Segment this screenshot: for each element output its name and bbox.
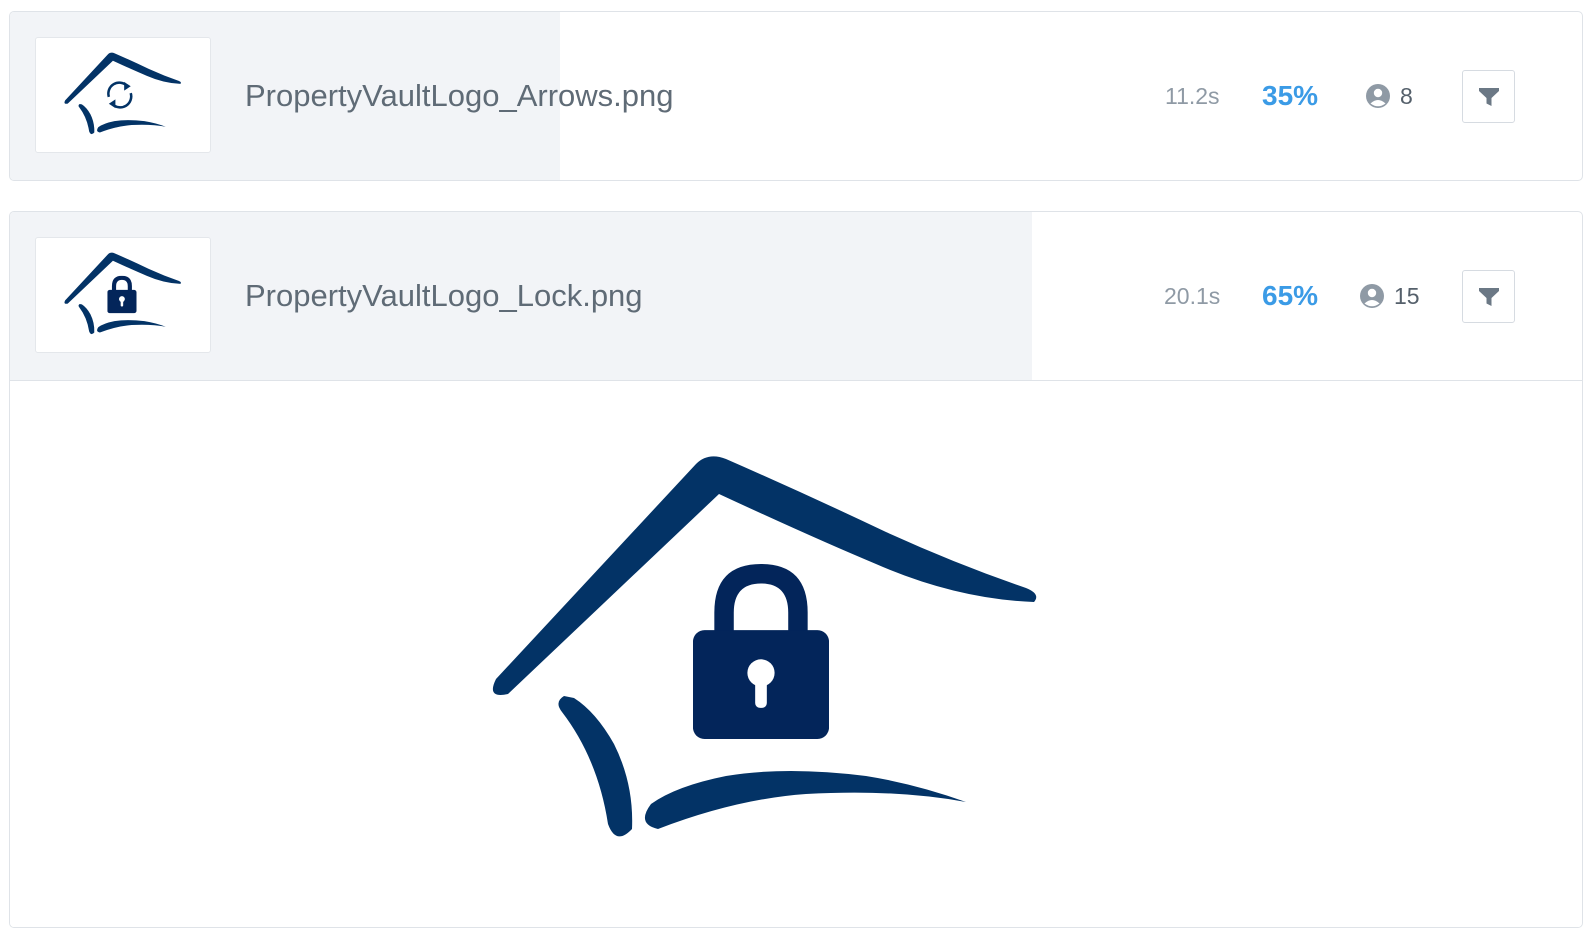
file-row[interactable]: PropertyVaultLogo_Lock.png 20.1s 65% 15 xyxy=(10,212,1582,381)
upload-duration: 20.1s xyxy=(1164,283,1221,309)
progress-percent: 35% xyxy=(1262,80,1319,111)
house-arrows-logo-icon xyxy=(63,52,183,138)
house-lock-logo-icon xyxy=(486,454,1046,854)
filter-button[interactable] xyxy=(1462,270,1515,323)
filter-funnel-icon xyxy=(1478,87,1499,106)
upload-duration: 11.2s xyxy=(1165,83,1220,109)
file-card: PropertyVaultLogo_Lock.png 20.1s 65% 15 xyxy=(9,211,1583,928)
user-circle-icon xyxy=(1360,284,1384,308)
filter-button[interactable] xyxy=(1462,70,1515,123)
thumbnail[interactable] xyxy=(35,37,211,153)
viewer-count-value: 8 xyxy=(1400,82,1413,109)
file-card: PropertyVaultLogo_Arrows.png 11.2s 35% 8 xyxy=(9,11,1583,181)
viewer-count: 15 xyxy=(1360,212,1420,380)
file-name[interactable]: PropertyVaultLogo_Lock.png xyxy=(245,212,643,380)
filter-funnel-icon xyxy=(1478,287,1499,306)
upload-list: PropertyVaultLogo_Arrows.png 11.2s 35% 8 xyxy=(0,0,1590,936)
thumbnail[interactable] xyxy=(35,237,211,353)
viewer-count-value: 15 xyxy=(1394,282,1420,309)
user-circle-icon xyxy=(1366,84,1390,108)
file-name[interactable]: PropertyVaultLogo_Arrows.png xyxy=(245,12,674,180)
viewer-count: 8 xyxy=(1366,12,1413,180)
image-preview xyxy=(10,381,1582,927)
progress-percent: 65% xyxy=(1262,280,1319,311)
house-lock-logo-icon xyxy=(63,252,183,338)
file-row[interactable]: PropertyVaultLogo_Arrows.png 11.2s 35% 8 xyxy=(10,12,1582,180)
